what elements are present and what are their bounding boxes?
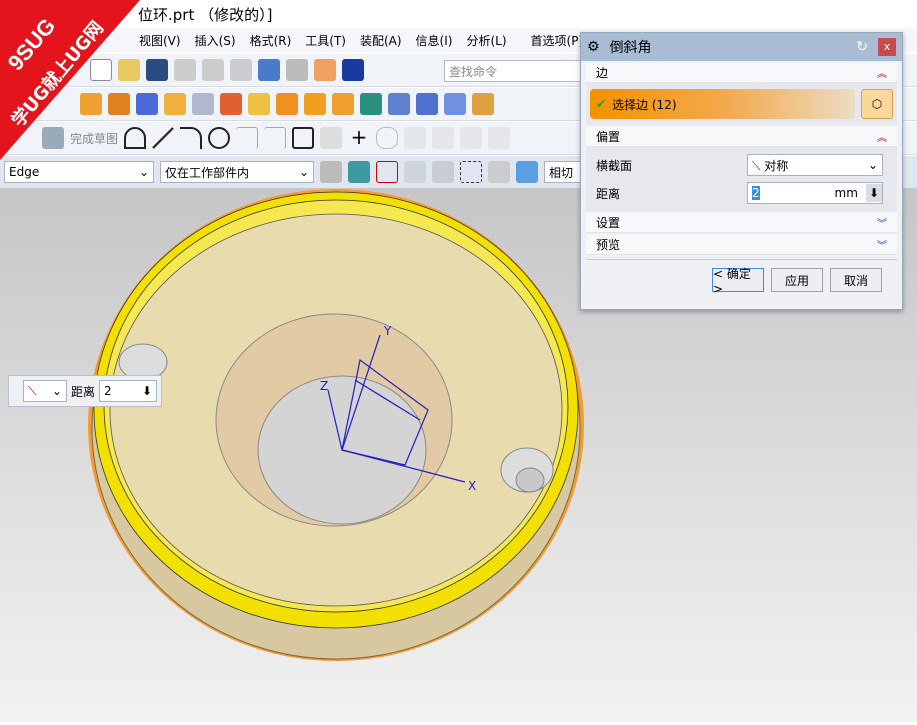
watermark-logo: 9SUG 学UG就上UG网 [0,0,140,160]
boss-icon[interactable] [164,93,186,115]
unite-icon[interactable] [360,93,382,115]
cursor-location-icon[interactable] [404,161,426,183]
draft-icon[interactable] [472,93,494,115]
type-filter-select[interactable]: Edge ⌄ [4,161,154,183]
circle-icon[interactable] [208,127,231,149]
section-settings-header[interactable]: 设置 ︾ [586,213,897,233]
floating-input-toolbar: ⟍ ⌄ 距离 2 ⬇ [8,375,162,407]
expand-icon: ︾ [877,241,887,252]
collapse-icon: ︽ [877,69,887,80]
polyline-icon[interactable] [320,127,343,149]
axis-y-label: Y [383,324,392,338]
general-selection-icon[interactable] [348,161,370,183]
menu-insert[interactable]: 插入(S) [188,28,243,52]
section-offset-header[interactable]: 偏置 ︽ [586,127,897,147]
apply-button[interactable]: 应用 [771,268,823,292]
shell-icon[interactable] [220,93,242,115]
cancel-button[interactable]: 取消 [830,268,882,292]
command-search-input[interactable]: 查找命令 [444,60,584,82]
arrow-down-icon[interactable]: ⬇ [865,184,882,202]
edge-blend-icon[interactable] [192,93,214,115]
float-distance-label: 距离 [71,384,96,399]
collapse-icon: ︽ [877,133,887,144]
pattern-icon[interactable] [276,93,298,115]
undo-icon[interactable] [258,59,280,81]
save-icon[interactable] [146,59,168,81]
select-body-icon[interactable] [516,161,538,183]
symmetric-icon: ⟍ [752,158,765,173]
rectangle-icon[interactable] [292,127,315,149]
symmetric-icon: ⟍ [28,383,37,398]
cross-section-select[interactable]: ⟍ 对称 ⌄ [747,154,883,176]
section-offset-body: 横截面 ⟍ 对称 ⌄ 距离 2 mm ⬇ [586,147,897,211]
cut-icon[interactable] [174,59,196,81]
menu-info[interactable]: 信息(I) [409,28,460,52]
offset-face-icon[interactable] [248,93,270,115]
gear-icon: ⚙ [587,39,600,55]
display-mode-icon[interactable] [314,59,336,81]
split-icon[interactable] [416,93,438,115]
polygon-icon[interactable] [376,127,399,149]
chevron-down-icon: ⌄ [138,165,149,179]
close-button[interactable]: x [878,38,896,56]
chevron-down-icon: ⌄ [51,384,62,398]
snap-point-icon[interactable] [376,161,398,183]
trim-body-icon[interactable] [388,93,410,115]
menu-analysis[interactable]: 分析(L) [459,28,513,52]
rectangle-select-icon[interactable] [460,161,482,183]
select-edge-button[interactable]: ⬡ [861,89,893,119]
small-hole-right-inner [515,467,545,493]
chamfer-dialog: ⚙ 倒斜角 ↻ x 边 ︽ ✔ 选择边 (12) ⬡ 偏置 ︽ 横截面 ⟍ 对称 ⌄ 距… [580,32,903,310]
filter-icon[interactable] [320,161,342,183]
dialog-title: 倒斜角 [609,40,652,56]
deselect-icon[interactable] [488,161,510,183]
section-edge-body: ✔ 选择边 (12) ⬡ [586,83,897,125]
point-icon[interactable]: + [348,127,370,149]
expand-icon: ︾ [877,219,887,230]
chamfer-icon[interactable] [444,93,466,115]
quick-trim-icon[interactable] [404,127,427,149]
mirror-icon[interactable] [332,93,354,115]
fillet-icon[interactable] [236,127,259,149]
pin-icon[interactable] [432,161,454,183]
curve-rule-select[interactable]: 相切 [544,161,584,183]
cube-edge-icon: ⬡ [871,97,883,111]
redo-icon[interactable] [286,59,308,81]
dialog-header: ⚙ 倒斜角 ↻ x [581,33,902,61]
reset-icon[interactable]: ↻ [856,39,868,55]
menu-tools[interactable]: 工具(T) [298,28,353,52]
cross-section-label: 横截面 [596,158,633,173]
chevron-down-icon: ⌄ [298,165,309,179]
menu-assembly[interactable]: 装配(A) [353,28,409,52]
axis-z-label: Z [320,379,328,393]
make-corner-icon[interactable] [460,127,483,149]
arrow-down-icon[interactable]: ⬇ [142,384,152,398]
select-edge-field[interactable]: ✔ 选择边 (12) [590,89,855,119]
paste-icon[interactable] [230,59,252,81]
menu-format[interactable]: 格式(R) [243,28,299,52]
line-icon[interactable] [152,127,175,149]
selection-scope-select[interactable]: 仅在工作部件内 ⌄ [160,161,314,183]
cross-section-mini-select[interactable]: ⟍ ⌄ [23,380,67,402]
ok-button[interactable]: < 确定 > [712,267,764,296]
section-edge-header[interactable]: 边 ︽ [586,63,897,83]
check-icon: ✔ [596,97,607,111]
chevron-down-icon: ⌄ [867,158,878,172]
section-preview-header[interactable]: 预览 ︾ [586,235,897,255]
axis-x-label: X [468,479,476,493]
copy-icon[interactable] [202,59,224,81]
menu-view[interactable]: 视图(V) [132,28,188,52]
dimension-icon[interactable] [488,127,511,149]
chamfer-sketch-icon[interactable] [264,127,287,149]
distance-input[interactable]: 2 mm ⬇ [747,182,883,204]
window-title: 位环.prt （修改的）] [138,6,273,24]
info-icon[interactable] [342,59,364,81]
float-distance-input[interactable]: 2 ⬇ [99,380,158,402]
pattern-feature-icon[interactable] [304,93,326,115]
distance-label: 距离 [596,186,621,201]
quick-extend-icon[interactable] [432,127,455,149]
arc-icon[interactable] [180,127,203,149]
